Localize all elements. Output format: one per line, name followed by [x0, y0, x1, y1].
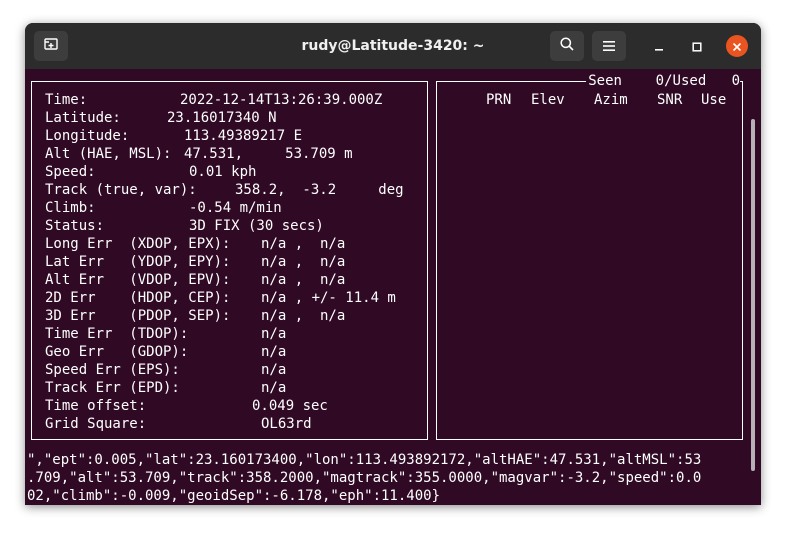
gps-field-label: Speed Err (EPS): [45, 362, 180, 378]
new-tab-button[interactable] [34, 31, 68, 61]
maximize-button[interactable] [687, 36, 707, 56]
json-output-line: .709,"alt":53.709,"track":358.2000,"magt… [27, 470, 702, 486]
gps-field-value: n/a [261, 344, 287, 360]
gps-field-label: Time: [45, 92, 88, 108]
gps-field-value: n/a , n/a [261, 254, 346, 270]
gps-field-label: Alt (HAE, MSL): [45, 146, 172, 162]
scrollbar[interactable] [751, 119, 755, 471]
minimize-button[interactable] [649, 36, 669, 56]
seen-value: 0 [655, 73, 665, 89]
gps-field-value: n/a [261, 326, 287, 342]
used-label: /Used [664, 73, 707, 89]
gps-field-value: n/a [261, 362, 287, 378]
window-title: rudy@Latitude-3420: ~ [301, 38, 485, 54]
title-bar: rudy@Latitude-3420: ~ [25, 23, 761, 69]
gps-field-value: 47.531, 53.709 m [184, 146, 353, 162]
gps-fix-panel: Time: 2022-12-14T13:26:39.000Z Latitude: 23… [31, 81, 428, 440]
search-button[interactable] [550, 31, 584, 61]
gps-field-label: Longitude: [45, 128, 130, 144]
gps-field-label: 2D Err (HDOP, CEP): [45, 290, 231, 306]
new-tab-icon [43, 36, 59, 56]
gps-field-value: 3D FIX (30 secs) [189, 218, 324, 234]
gps-field-label: Climb: [45, 200, 96, 216]
gps-field-label: Latitude: [45, 110, 121, 126]
gps-field-value: n/a [261, 380, 287, 396]
hamburger-menu-icon [602, 37, 616, 56]
json-output-line: ","ept":0.005,"lat":23.160173400,"lon":1… [27, 452, 702, 468]
satellite-count: Seen 0/Used 0 [586, 72, 740, 90]
column-prn: PRN [486, 92, 512, 108]
gps-field-value: 113.49389217 E [184, 128, 303, 144]
used-value: 0 [731, 73, 740, 89]
terminal-content[interactable]: Time: 2022-12-14T13:26:39.000Z Latitude: 23… [25, 69, 761, 505]
gps-field-value: n/a , +/- 11.4 m [261, 290, 396, 306]
gps-field-value: n/a , n/a [261, 236, 346, 252]
close-button[interactable] [726, 35, 748, 57]
satellite-panel: Seen 0/Used 0 PRN Elev Azim SNR Use [436, 72, 743, 440]
gps-field-label: Geo Err (GDOP): [45, 344, 189, 360]
gps-field-label: 3D Err (PDOP, SEP): [45, 308, 231, 324]
gps-field-value: -0.54 m/min [189, 200, 282, 216]
search-icon [559, 36, 575, 56]
column-snr: SNR [657, 92, 683, 108]
gps-field-label: Alt Err (VDOP, EPV): [45, 272, 231, 288]
close-icon [732, 37, 742, 56]
gps-field-label: Track Err (EPD): [45, 380, 180, 396]
gps-field-label: Speed: [45, 164, 96, 180]
menu-button[interactable] [592, 31, 626, 61]
gps-field-label: Time offset: [45, 398, 147, 414]
gps-field-value: 0.01 kph [189, 164, 257, 180]
gps-field-label: Status: [45, 218, 105, 234]
column-use: Use [701, 92, 727, 108]
json-output-line: 02,"climb":-0.009,"geoidSep":-6.178,"eph… [27, 488, 441, 504]
maximize-icon [692, 37, 702, 56]
gps-field-value: n/a , n/a [261, 308, 346, 324]
gps-field-label: Time Err (TDOP): [45, 326, 189, 342]
gps-field-value: 0.049 sec [252, 398, 328, 414]
column-azim: Azim [594, 92, 628, 108]
seen-label: Seen [588, 73, 622, 89]
terminal-window: rudy@Latitude-3420: ~ Time: 2022-12-14T1… [25, 23, 761, 505]
gps-field-value: OL63rd [261, 416, 312, 432]
gps-field-label: Grid Square: [45, 416, 147, 432]
minimize-icon [654, 37, 664, 56]
column-elev: Elev [531, 92, 565, 108]
gps-field-value: 358.2, -3.2 deg [235, 182, 404, 198]
gps-field-value: n/a , n/a [261, 272, 346, 288]
gps-field-label: Lat Err (YDOP, EPY): [45, 254, 231, 270]
gps-field-label: Long Err (XDOP, EPX): [45, 236, 231, 252]
gps-field-value: 23.16017340 N [167, 110, 277, 126]
gps-field-value: 2022-12-14T13:26:39.000Z [180, 92, 383, 108]
gps-field-label: Track (true, var): [45, 182, 197, 198]
